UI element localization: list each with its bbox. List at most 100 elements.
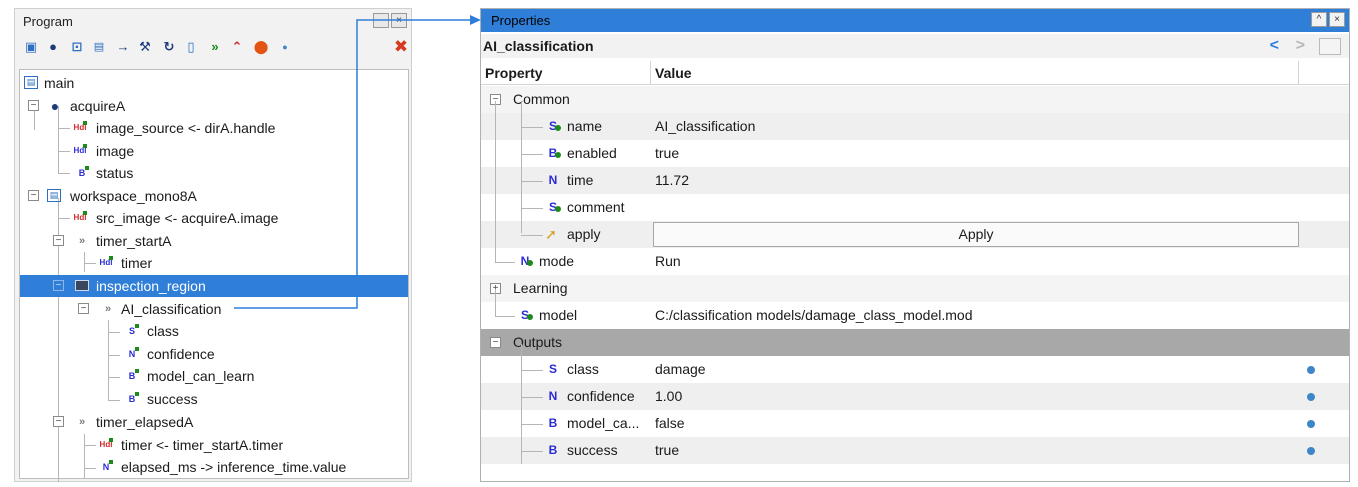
handle-icon: Hdl: [98, 255, 114, 271]
region-icon: [75, 280, 89, 291]
number-icon: N: [124, 346, 140, 362]
collapse-icon[interactable]: −: [28, 190, 39, 201]
tree-item-timer-input[interactable]: Hdl timer <- timer_startA.timer: [20, 434, 408, 456]
chevron-right-icon: »: [78, 235, 86, 247]
collapse-icon[interactable]: −: [490, 337, 501, 348]
boolean-icon: B: [545, 145, 561, 161]
double-chevron-icon[interactable]: »: [207, 39, 223, 55]
boolean-icon: B: [124, 391, 140, 407]
tree-item-timer-elapseda[interactable]: − » timer_elapsedA: [20, 411, 408, 433]
tree-item-timer-starta[interactable]: − » timer_startA: [20, 230, 408, 252]
number-icon: N: [98, 459, 114, 475]
tree-item-src-image[interactable]: Hdl src_image <- acquireA.image: [20, 207, 408, 229]
property-row-model[interactable]: S model C:/classification models/damage_…: [481, 302, 1349, 329]
tree-item-status[interactable]: B status: [20, 162, 408, 184]
close-button[interactable]: ×: [391, 13, 407, 28]
tree-item-image-source[interactable]: Hdl image_source <- dirA.handle: [20, 117, 408, 139]
property-row-mode[interactable]: N mode Run: [481, 248, 1349, 275]
collapse-icon[interactable]: −: [53, 416, 64, 427]
status-dot-icon[interactable]: [1307, 420, 1315, 428]
camera-icon[interactable]: ●: [45, 39, 61, 55]
collapse-icon[interactable]: −: [78, 303, 89, 314]
tree-item-workspace-mono8a[interactable]: − ▤ workspace_mono8A: [20, 185, 408, 207]
property-row-name[interactable]: S name AI_classification: [481, 113, 1349, 140]
property-row-class[interactable]: S class damage: [481, 356, 1349, 383]
status-dot-icon[interactable]: [1307, 366, 1315, 374]
string-icon: S: [517, 307, 533, 323]
string-icon: S: [124, 323, 140, 339]
tree-item-main[interactable]: ▤ main: [20, 72, 408, 94]
status-dot-icon[interactable]: [1307, 393, 1315, 401]
collapse-panel-button[interactable]: ^: [1311, 12, 1327, 27]
handle-icon: Hdl: [72, 120, 88, 136]
apply-icon: ➚: [545, 226, 557, 242]
arrow-icon[interactable]: →: [115, 39, 131, 55]
tree-item-acquirea[interactable]: − ● acquireA: [20, 95, 408, 117]
properties-table: Property Value − Common S name AI_classi…: [481, 61, 1349, 481]
group-row-common[interactable]: − Common: [481, 86, 1349, 113]
property-row-comment[interactable]: S comment: [481, 194, 1349, 221]
property-row-model-can-learn[interactable]: B model_ca... false: [481, 410, 1349, 437]
properties-title: Properties: [491, 13, 551, 28]
back-arrow-icon[interactable]: <: [1270, 37, 1279, 55]
chevron-right-icon: »: [78, 416, 86, 428]
string-icon: S: [548, 362, 557, 376]
object-name: AI_classification: [483, 38, 594, 54]
properties-panel: Properties ^ × AI_classification < > Pro…: [480, 8, 1350, 482]
forward-arrow-icon[interactable]: >: [1296, 37, 1305, 55]
column-header-value[interactable]: Value: [651, 61, 1299, 85]
group-row-outputs[interactable]: − Outputs: [481, 329, 1349, 356]
handle-icon: Hdl: [72, 210, 88, 226]
boolean-icon: B: [74, 165, 90, 181]
tool-icon[interactable]: ⚒: [137, 39, 153, 55]
group-row-learning[interactable]: + Learning: [481, 275, 1349, 302]
number-icon: N: [548, 389, 558, 403]
tree-item-timer[interactable]: Hdl timer: [20, 252, 408, 274]
program-panel-title: Program: [23, 14, 73, 29]
string-icon: S: [545, 118, 561, 134]
document-icon[interactable]: ▯: [183, 39, 199, 55]
boolean-icon: B: [124, 368, 140, 384]
tree-item-success[interactable]: B success: [20, 388, 408, 410]
handle-icon: Hdl: [98, 437, 114, 453]
tree-item-model-can-learn[interactable]: B model_can_learn: [20, 365, 408, 387]
close-button[interactable]: ×: [1329, 12, 1345, 27]
workspace-icon[interactable]: ▤: [91, 39, 107, 55]
property-row-time[interactable]: N time 11.72: [481, 167, 1349, 194]
collapse-icon[interactable]: −: [28, 100, 39, 111]
minimize-button[interactable]: -: [373, 13, 389, 28]
column-header-extra: [1299, 61, 1349, 85]
tree-item-elapsed-ms[interactable]: N elapsed_ms -> inference_time.value: [20, 456, 408, 478]
object-name-bar: AI_classification < >: [481, 34, 1349, 58]
tree-item-class[interactable]: S class: [20, 320, 408, 342]
redo-icon[interactable]: ↻: [161, 39, 177, 55]
boolean-icon: B: [548, 416, 558, 430]
string-icon: S: [545, 199, 561, 215]
dot-icon[interactable]: ●: [277, 39, 293, 55]
tree-item-confidence[interactable]: N confidence: [20, 343, 408, 365]
property-row-confidence[interactable]: N confidence 1.00: [481, 383, 1349, 410]
property-row-apply[interactable]: ➚ apply Apply: [481, 221, 1349, 248]
program-tree: ▤ main − ● acquireA Hdl image_source <- …: [19, 69, 409, 482]
delete-icon[interactable]: ✖: [393, 38, 409, 55]
number-icon: N: [548, 173, 558, 187]
column-header-property[interactable]: Property: [481, 61, 651, 85]
acquire-icon[interactable]: ▣: [23, 39, 39, 55]
stop-icon[interactable]: ⬤: [253, 39, 269, 55]
status-dot-icon[interactable]: [1307, 447, 1315, 455]
property-row-enabled[interactable]: B enabled true: [481, 140, 1349, 167]
camera-icon: ●: [50, 98, 60, 114]
tree-item-image[interactable]: Hdl image: [20, 140, 408, 162]
workspace-icon: ▤: [47, 189, 61, 202]
view-toggle-icon[interactable]: [1319, 38, 1341, 55]
property-row-success[interactable]: B success true: [481, 437, 1349, 464]
tree-item-inspection-region[interactable]: − inspection_region: [20, 275, 408, 297]
program-panel: Program - × ▣ ● ⊡ ▤ → ⚒ ↻ ▯ » ⌃ ⬤ ● ✖ ▤ …: [14, 8, 412, 482]
add-icon[interactable]: ⊡: [69, 39, 85, 55]
collapse-icon[interactable]: −: [53, 235, 64, 246]
tree-item-ai-classification[interactable]: − » AI_classification: [20, 298, 408, 320]
step-icon[interactable]: ⌃: [229, 39, 245, 55]
apply-button[interactable]: Apply: [653, 222, 1299, 247]
collapse-icon[interactable]: −: [53, 280, 64, 291]
workspace-icon: ▤: [24, 76, 38, 89]
